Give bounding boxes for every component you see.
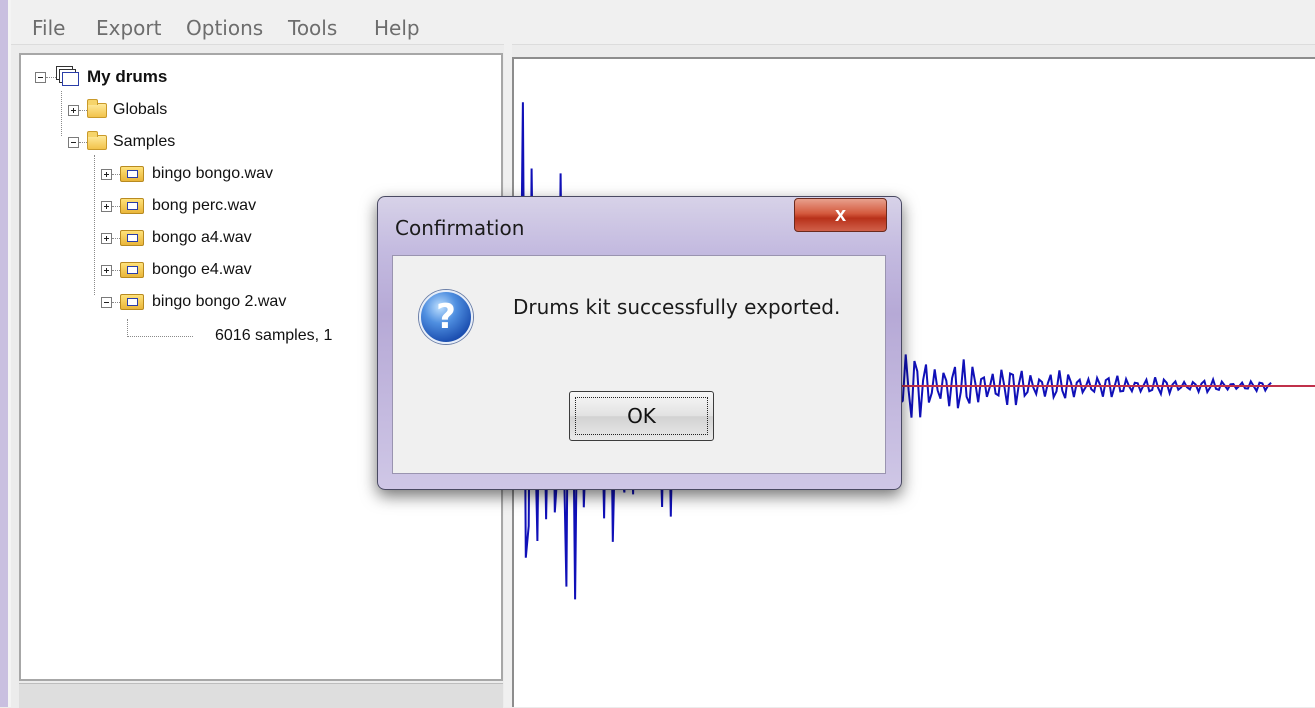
tree-item-label: bingo bongo 2.wav <box>152 293 287 310</box>
question-icon: ? <box>419 290 473 344</box>
folder-icon <box>87 98 107 118</box>
tree-connector <box>112 205 120 207</box>
expand-icon[interactable] <box>101 232 112 244</box>
tree-item-file[interactable]: bongo a4.wav <box>101 226 252 250</box>
collapse-icon[interactable] <box>68 136 79 148</box>
dialog-title: Confirmation <box>395 216 525 240</box>
tree-connector <box>112 173 120 175</box>
menu-export[interactable]: Export <box>96 16 161 40</box>
expand-icon[interactable] <box>101 168 112 180</box>
tree-item-file-selected[interactable]: bingo bongo 2.wav <box>101 290 286 314</box>
tree-item-file[interactable]: bongo e4.wav <box>101 258 252 282</box>
tree-item-file[interactable]: bong perc.wav <box>101 194 256 218</box>
tree-item-globals[interactable]: Globals <box>68 98 167 122</box>
window-border <box>0 0 8 707</box>
collapse-icon[interactable] <box>101 296 112 308</box>
expand-icon[interactable] <box>101 200 112 212</box>
tree-item-label: bongo e4.wav <box>152 261 252 278</box>
close-button[interactable]: x <box>794 198 887 232</box>
tree-connector <box>112 237 120 239</box>
tree-item-file[interactable]: bingo bongo.wav <box>101 162 273 186</box>
tree-connector <box>94 155 95 295</box>
sample-icon <box>120 262 144 278</box>
tree-item-label: My drums <box>87 67 168 86</box>
status-bar <box>19 683 503 708</box>
sample-icon <box>120 230 144 246</box>
sample-icon <box>120 294 144 310</box>
tree-item-label: bongo a4.wav <box>152 229 252 246</box>
tree-connector <box>127 335 193 337</box>
tree-item-root[interactable]: My drums <box>35 65 167 89</box>
tree-item-label: bingo bongo.wav <box>152 165 273 182</box>
ok-button[interactable]: OK <box>569 391 714 441</box>
tree-connector <box>79 141 87 143</box>
tree-item-label: Samples <box>113 133 176 150</box>
tree-connector <box>112 301 120 303</box>
ok-button-label: OK <box>627 404 656 428</box>
tree-connector <box>79 109 87 111</box>
confirmation-dialog: Confirmation x ? Drums kit successfully … <box>377 196 902 490</box>
tree-connector <box>112 269 120 271</box>
sample-info-text: 6016 samples, 1 <box>215 327 333 344</box>
dialog-message: Drums kit successfully exported. <box>513 295 841 319</box>
collapse-icon[interactable] <box>35 71 46 83</box>
tree-item-samples[interactable]: Samples <box>68 130 175 154</box>
drumkit-icon <box>56 66 80 88</box>
expand-icon[interactable] <box>68 104 79 116</box>
tree-connector <box>46 76 56 78</box>
sample-icon <box>120 198 144 214</box>
sample-icon <box>120 166 144 182</box>
tree-item-label: bong perc.wav <box>152 197 257 214</box>
window-border-inner <box>8 0 11 707</box>
tree-connector <box>61 91 62 136</box>
menu-options[interactable]: Options <box>186 16 263 40</box>
tree-item-label: Globals <box>113 101 168 118</box>
close-icon: x <box>834 203 847 226</box>
tree-item-detail[interactable]: 6016 samples, 1 <box>127 324 332 348</box>
dialog-body: ? Drums kit successfully exported. OK <box>392 255 886 474</box>
menu-help[interactable]: Help <box>374 16 420 40</box>
menu-bar: File Export Options Tools Help <box>11 0 1315 45</box>
menu-file[interactable]: File <box>32 16 65 40</box>
folder-icon <box>87 130 107 150</box>
expand-icon[interactable] <box>101 264 112 276</box>
menu-tools[interactable]: Tools <box>288 16 337 40</box>
